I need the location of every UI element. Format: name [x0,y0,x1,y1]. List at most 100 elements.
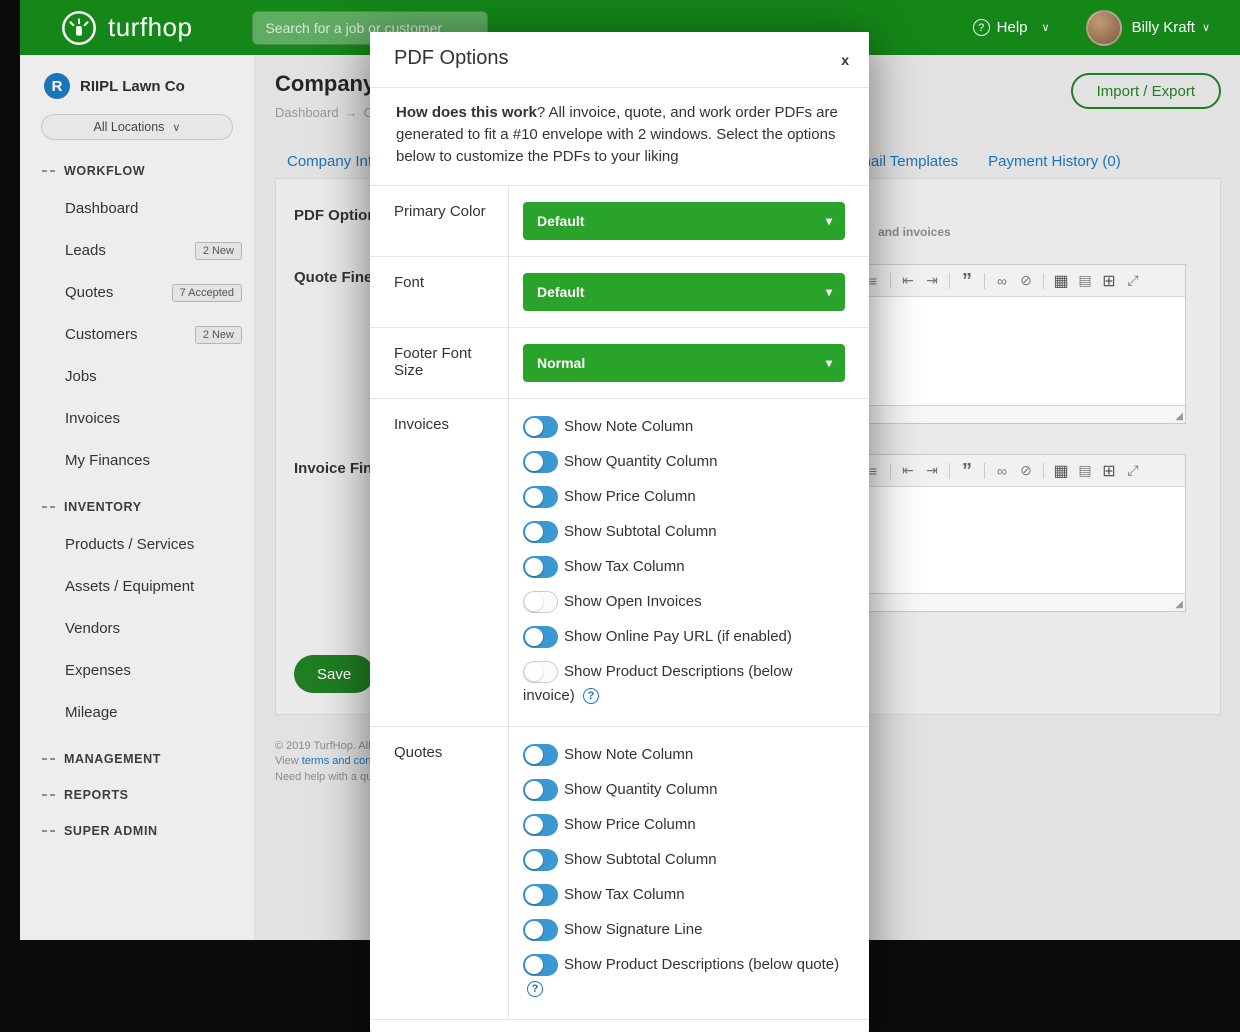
section-reports[interactable]: REPORTS [42,784,254,806]
indent-icon[interactable]: ⇥ [920,272,944,289]
help-menu[interactable]: ? Help ∨ [973,19,1050,36]
footer-font-size-label: Footer Font Size [370,328,509,398]
user-name[interactable]: Billy Kraft [1132,19,1195,36]
brand-logo[interactable]: turfhop [60,9,192,47]
tab-payment-history[interactable]: Payment History (0) [988,153,1121,170]
help-question-icon[interactable]: ? [583,688,599,704]
help-question-icon[interactable]: ? [527,981,543,997]
toggle-row: Show Subtotal Column [523,520,845,544]
footer-font-size-select[interactable]: Normal ▾ [523,344,845,382]
primary-color-select[interactable]: Default ▾ [523,202,845,240]
toggle-show-price-column[interactable] [523,486,558,508]
toggle-show-product-descriptions[interactable] [523,661,558,683]
sidebar-item-jobs[interactable]: Jobs [20,356,254,398]
sidebar-item-invoices[interactable]: Invoices [20,398,254,440]
toggle-show-price-column[interactable] [523,814,558,836]
blockquote-icon[interactable]: ” [955,465,979,477]
close-icon[interactable]: x [841,52,849,68]
quotes-row: Quotes Show Note Column Show Quantity Co… [370,727,869,1020]
template-icon[interactable]: ▤ [1073,462,1097,479]
unlink-icon[interactable]: ⊘ [1014,462,1038,479]
link-icon[interactable]: ∞ [990,463,1014,479]
toggle-label: Show Product Descriptions (below quote) [564,956,839,973]
sidebar-item-leads[interactable]: Leads 2 New [20,230,254,272]
invoices-row: Invoices Show Note Column Show Quantity … [370,399,869,727]
toggle-show-signature-line[interactable] [523,919,558,941]
resize-handle-icon[interactable]: ◢ [1175,600,1183,610]
invoices-label: Invoices [370,399,509,726]
resize-handle-icon[interactable]: ◢ [1175,412,1183,422]
toggle-knob [525,418,543,436]
image-icon[interactable]: ▦ [1049,461,1073,481]
toggle-show-note-column[interactable] [523,744,558,766]
font-control: Default ▾ [509,257,869,327]
toolbar-separator [1043,463,1044,479]
toggle-knob [525,663,543,681]
toggle-show-quantity-column[interactable] [523,451,558,473]
breadcrumb-dashboard[interactable]: Dashboard [275,105,339,120]
toggle-show-online-pay-url[interactable] [523,626,558,648]
toggle-label: Show Open Invoices [564,593,702,610]
toggle-row: Show Signature Line [523,918,845,942]
sidebar-item-products-services[interactable]: Products / Services [20,524,254,566]
maximize-icon[interactable]: ⤢ [1121,272,1145,289]
table-icon[interactable]: ⊞ [1097,461,1121,481]
breadcrumb-arrow-icon: → [345,105,358,120]
toggle-show-subtotal-column[interactable] [523,849,558,871]
sidebar-item-quotes[interactable]: Quotes 7 Accepted [20,272,254,314]
toggle-row: Show Tax Column [523,883,845,907]
sidebar-item-my-finances[interactable]: My Finances [20,440,254,482]
avatar[interactable] [1086,10,1122,46]
indent-icon[interactable]: ⇥ [920,462,944,479]
sidebar-item-label: Jobs [65,368,97,385]
footer-font-size-row: Footer Font Size Normal ▾ [370,328,869,399]
toggle-show-tax-column[interactable] [523,556,558,578]
toggle-show-note-column[interactable] [523,416,558,438]
section-label: WORKFLOW [64,164,145,178]
unlink-icon[interactable]: ⊘ [1014,272,1038,289]
table-icon[interactable]: ⊞ [1097,271,1121,291]
section-management[interactable]: MANAGEMENT [42,748,254,770]
import-export-button[interactable]: Import / Export [1071,73,1221,109]
turfhop-sprinkler-icon [60,9,98,47]
toggle-row: Show Product Descriptions (below quote) … [523,953,845,1001]
chevron-down-icon: ∨ [172,121,180,134]
select-value: Normal [537,355,585,371]
section-workflow[interactable]: WORKFLOW [42,160,254,182]
sidebar-item-customers[interactable]: Customers 2 New [20,314,254,356]
topbar-right: ? Help ∨ Billy Kraft ∨ [973,10,1210,46]
sidebar-item-dashboard[interactable]: Dashboard [20,188,254,230]
status-badge: 7 Accepted [172,284,242,302]
outdent-icon[interactable]: ⇤ [896,272,920,289]
section-label: INVENTORY [64,500,142,514]
sidebar-item-vendors[interactable]: Vendors [20,608,254,650]
toggle-knob [525,851,543,869]
section-inventory[interactable]: INVENTORY [42,496,254,518]
sidebar-item-mileage[interactable]: Mileage [20,692,254,734]
toggle-knob [525,816,543,834]
location-selector[interactable]: All Locations ∨ [41,114,233,140]
toggle-show-product-descriptions[interactable] [523,954,558,976]
outdent-icon[interactable]: ⇤ [896,462,920,479]
status-badge: 2 New [195,326,242,344]
link-icon[interactable]: ∞ [990,273,1014,289]
toggle-show-quantity-column[interactable] [523,779,558,801]
sidebar-item-expenses[interactable]: Expenses [20,650,254,692]
toggle-knob [525,956,543,974]
toggle-show-open-invoices[interactable] [523,591,558,613]
tab-company-info[interactable]: Company Info [287,153,380,170]
toggle-label: Show Subtotal Column [564,523,717,540]
pdf-options-modal: PDF Options x How does this work? All in… [370,32,869,1032]
toggle-show-subtotal-column[interactable] [523,521,558,543]
maximize-icon[interactable]: ⤢ [1121,462,1145,479]
blockquote-icon[interactable]: ” [955,275,979,287]
template-icon[interactable]: ▤ [1073,272,1097,289]
toggle-label: Show Tax Column [564,886,685,903]
font-select[interactable]: Default ▾ [523,273,845,311]
quotes-label: Quotes [370,727,509,1019]
section-super-admin[interactable]: SUPER ADMIN [42,820,254,842]
save-button[interactable]: Save [294,655,374,693]
image-icon[interactable]: ▦ [1049,271,1073,291]
toggle-show-tax-column[interactable] [523,884,558,906]
sidebar-item-assets-equipment[interactable]: Assets / Equipment [20,566,254,608]
